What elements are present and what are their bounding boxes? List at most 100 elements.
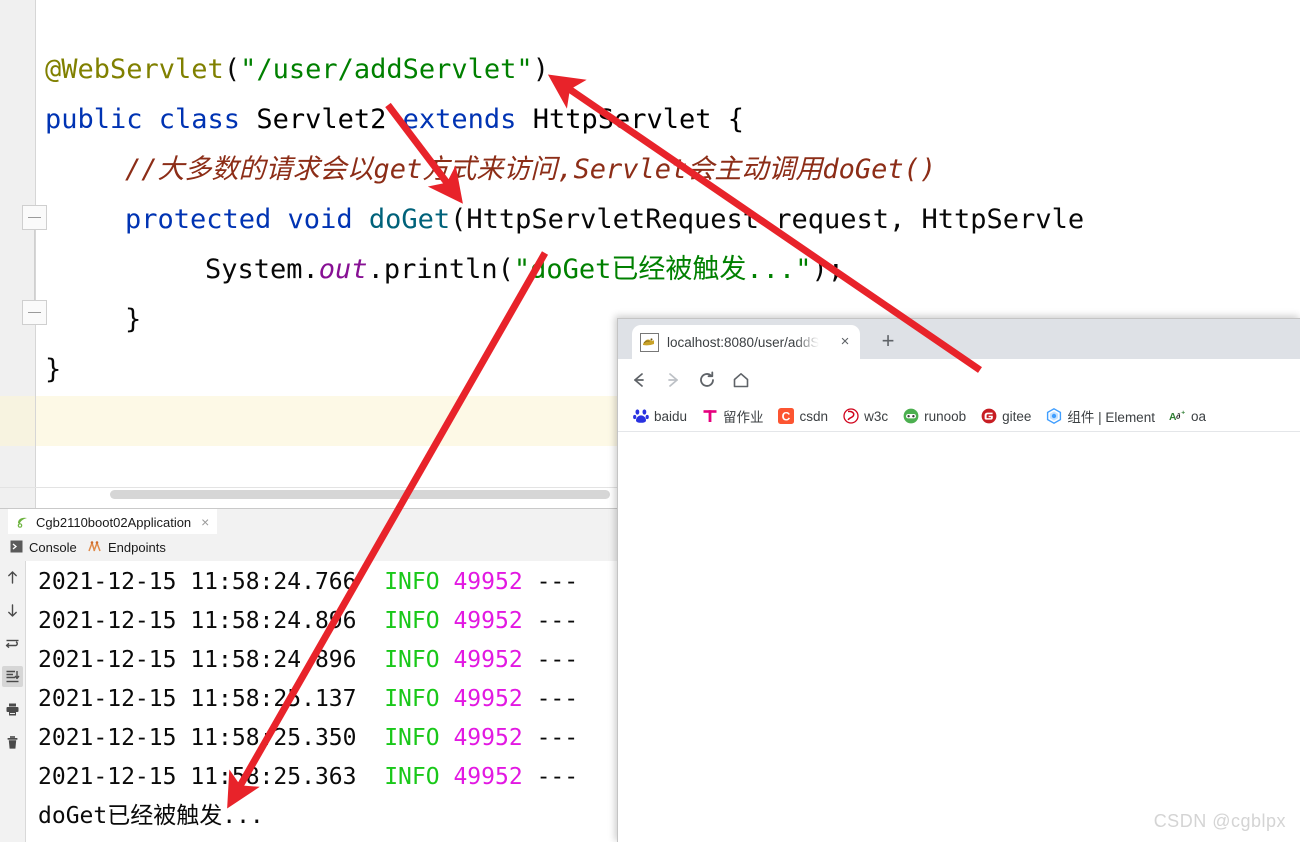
bookmark-label: csdn <box>799 408 829 424</box>
scroll-up-icon[interactable] <box>2 567 23 588</box>
baidu-icon <box>632 408 649 425</box>
highlighted-line-gutter <box>0 396 35 446</box>
bookmark-item[interactable]: baidu <box>632 408 687 425</box>
screenshot-root: @WebServlet("/user/addServlet") public cl… <box>0 0 1300 842</box>
print-icon[interactable] <box>2 699 23 720</box>
code-token: public class <box>45 104 257 135</box>
forward-button[interactable] <box>660 367 686 393</box>
clear-all-icon[interactable] <box>2 732 23 753</box>
log-timestamp: 2021-12-15 11:58:24.766 <box>38 569 357 595</box>
code-token: ( <box>223 54 241 85</box>
bookmark-label: oa <box>1190 408 1206 424</box>
code-token: HttpServlet { <box>532 104 745 135</box>
gutter-divider <box>35 0 36 508</box>
t-icon <box>701 408 718 425</box>
code-token: Servlet2 <box>256 104 403 135</box>
log-pid: 49952 <box>453 569 523 595</box>
console-log-line: 2021-12-15 11:58:24.896 INFO 49952 --- <box>38 641 578 680</box>
console-log-line: 2021-12-15 11:58:25.350 INFO 49952 --- <box>38 719 578 758</box>
new-tab-button[interactable]: + <box>876 330 900 354</box>
tab-console[interactable]: Console <box>4 534 83 561</box>
console-program-output: doGet已经被触发... <box>38 803 264 829</box>
log-timestamp: 2021-12-15 11:58:25.350 <box>38 725 357 751</box>
tomcat-favicon <box>640 332 659 352</box>
code-token: } <box>125 304 142 335</box>
code-token: extends <box>402 104 533 135</box>
scroll-down-icon[interactable] <box>2 600 23 621</box>
svg-text:C: C <box>782 410 791 424</box>
editor-horizontal-scrollbar[interactable] <box>110 490 610 499</box>
svg-text:+: + <box>1181 410 1185 417</box>
bookmark-item[interactable]: gitee <box>980 408 1031 425</box>
browser-page-content <box>618 432 1300 842</box>
run-tab-close-icon[interactable]: × <box>201 514 209 530</box>
w3c-icon <box>842 408 859 425</box>
code-line: public class Servlet2 extends HttpServle… <box>45 95 744 145</box>
run-tab-label: Cgb2110boot02Application <box>36 514 192 530</box>
code-line: System.out.println("doGet已经被触发..."); <box>205 245 844 295</box>
svg-text:ð: ð <box>1176 411 1181 421</box>
browser-tab[interactable]: localhost:8080/user/addServle × <box>632 325 860 359</box>
code-token: protected void <box>125 204 369 235</box>
code-token: out <box>318 254 368 285</box>
log-timestamp: 2021-12-15 11:58:25.137 <box>38 686 357 712</box>
code-token: "/user/addServlet" <box>240 54 533 85</box>
code-token: @WebServlet <box>45 54 224 85</box>
fold-connector <box>34 230 35 300</box>
console-log-line: 2021-12-15 11:58:24.896 INFO 49952 --- <box>38 602 578 641</box>
log-level: INFO <box>384 725 440 751</box>
bookmark-label: w3c <box>864 408 889 424</box>
log-pid: 49952 <box>453 764 523 790</box>
console-icon <box>10 540 23 556</box>
element-icon <box>1045 408 1062 425</box>
log-level: INFO <box>384 569 440 595</box>
bookmark-item[interactable]: Að + oa <box>1169 408 1206 425</box>
soft-wrap-icon[interactable] <box>2 633 23 654</box>
gitee-icon <box>980 408 997 425</box>
bookmark-item[interactable]: 留作业 <box>701 406 764 426</box>
console-log-line: 2021-12-15 11:58:25.137 INFO 49952 --- <box>38 680 578 719</box>
bookmark-item[interactable]: Ccsdn <box>778 408 829 425</box>
code-line: @WebServlet("/user/addServlet") <box>45 45 549 95</box>
reload-button[interactable] <box>694 367 720 393</box>
bookmark-label: 留作业 <box>723 410 764 425</box>
log-timestamp: 2021-12-15 11:58:25.363 <box>38 764 357 790</box>
code-token: "doGet已经被触发..." <box>513 254 812 285</box>
code-line: } <box>125 295 141 345</box>
tab-endpoints-label: Endpoints <box>108 540 166 555</box>
code-token: //大多数的请求会以get方式来访问,Servlet会主动调用doGet() <box>125 154 937 185</box>
code-token: (HttpServletRequest request, HttpServle <box>450 204 1085 235</box>
code-token: .println( <box>367 254 514 285</box>
csdn-icon: C <box>778 408 795 425</box>
run-tab-application[interactable]: Cgb2110boot02Application × <box>8 509 218 537</box>
tab-endpoints[interactable]: Endpoints <box>82 534 172 561</box>
code-line: //大多数的请求会以get方式来访问,Servlet会主动调用doGet() <box>125 145 936 195</box>
log-pid: 49952 <box>453 647 523 673</box>
log-separator: --- <box>536 569 579 595</box>
log-separator: --- <box>536 686 579 712</box>
browser-tab-close-icon[interactable]: × <box>837 334 853 350</box>
browser-tab-strip: localhost:8080/user/addServle × + <box>618 319 1300 359</box>
log-timestamp: 2021-12-15 11:58:24.896 <box>38 647 357 673</box>
runoob-icon <box>902 408 919 425</box>
chrome-browser-window[interactable]: localhost:8080/user/addServle × + <box>617 318 1300 842</box>
bookmark-label: runoob <box>924 408 967 424</box>
home-button[interactable] <box>728 367 754 393</box>
bookmark-item[interactable]: runoob <box>902 408 966 425</box>
log-level: INFO <box>384 764 440 790</box>
console-toolbar[interactable] <box>0 561 26 842</box>
log-separator: --- <box>536 725 579 751</box>
bookmark-label: 组件 | Element <box>1067 410 1155 425</box>
bookmarks-bar[interactable]: baidu 留作业 Ccsdn w3c runoob gitee 组件 | Element A… <box>618 401 1300 432</box>
bookmark-item[interactable]: 组件 | Element <box>1045 406 1155 426</box>
console-log-line: 2021-12-15 11:58:25.363 INFO 49952 --- <box>38 758 578 797</box>
log-level: INFO <box>384 608 440 634</box>
bookmark-label: baidu <box>654 408 688 424</box>
browser-tab-title: localhost:8080/user/addServle <box>667 334 819 350</box>
scroll-to-end-icon[interactable] <box>2 666 23 687</box>
back-button[interactable] <box>626 367 652 393</box>
bookmark-item[interactable]: w3c <box>842 408 888 425</box>
console-log-line: 2021-12-15 11:58:24.766 INFO 49952 --- <box>38 563 578 602</box>
code-line: } <box>45 345 61 395</box>
log-separator: --- <box>536 647 579 673</box>
